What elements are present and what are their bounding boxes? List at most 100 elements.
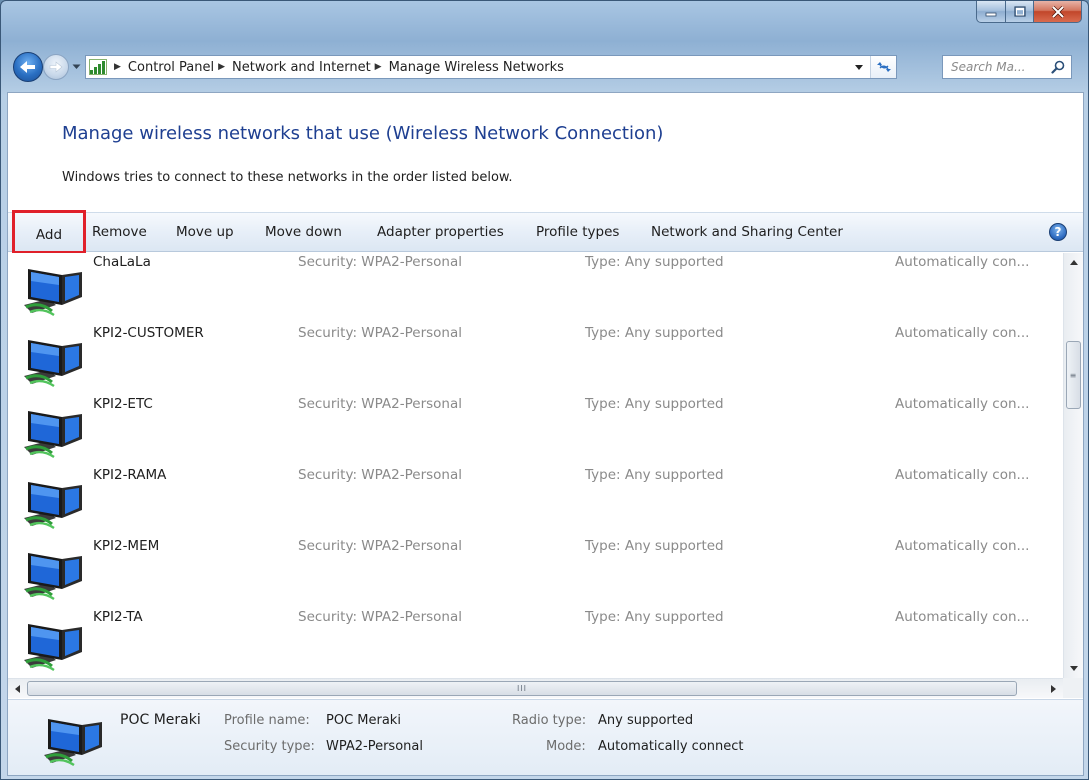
wireless-network-icon [22, 468, 86, 532]
network-name: ChaLaLa [93, 254, 151, 270]
horizontal-scrollbar[interactable]: III [8, 678, 1063, 698]
breadcrumb-network-internet[interactable]: Network and Internet [232, 60, 371, 75]
minimize-button[interactable] [976, 1, 1006, 23]
network-type: Type: Any supported [585, 396, 724, 412]
scroll-grip: ≡ [1069, 370, 1078, 380]
scroll-right-button[interactable] [1044, 679, 1063, 698]
wireless-network-icon [22, 610, 86, 674]
page-title: Manage wireless networks that use (Wirel… [62, 123, 664, 144]
remove-button[interactable]: Remove [92, 213, 147, 251]
radio-type-value: Any supported [598, 713, 694, 728]
scroll-down-button[interactable] [1064, 659, 1083, 678]
mode-value: Automatically connect [598, 739, 744, 754]
help-button[interactable]: ? [1049, 223, 1067, 241]
wireless-network-icon [22, 255, 86, 319]
adapter-properties-button[interactable]: Adapter properties [377, 213, 504, 251]
network-list-item[interactable]: KPI2-TA Security: WPA2-Personal Type: Any … [8, 598, 1063, 672]
caption-buttons [976, 1, 1082, 27]
breadcrumb-manage-wireless[interactable]: Manage Wireless Networks [389, 60, 564, 75]
network-name: KPI2-TA [93, 609, 143, 625]
breadcrumb-separator-icon: ▶ [114, 62, 121, 72]
refresh-button[interactable] [870, 56, 896, 78]
network-connection-mode: Automatically con... [895, 609, 1030, 625]
details-pane: POC Meraki Profile name: POC Meraki Secu… [8, 699, 1083, 775]
vertical-scrollbar[interactable]: ≡ [1063, 253, 1083, 678]
network-list-item[interactable]: KPI2-ETC Security: WPA2-Personal Type: Any… [8, 385, 1063, 459]
network-security: Security: WPA2-Personal [298, 396, 463, 412]
help-icon: ? [1054, 225, 1062, 239]
scrollbar-corner [1063, 678, 1083, 698]
wireless-network-icon [42, 705, 106, 769]
network-connection-mode: Automatically con... [895, 467, 1030, 483]
selected-network-name: POC Meraki [120, 712, 201, 728]
network-connection-mode: Automatically con... [895, 538, 1030, 554]
move-up-button[interactable]: Move up [176, 213, 234, 251]
chevron-down-icon [1069, 666, 1078, 671]
breadcrumb-control-panel[interactable]: Control Panel [128, 60, 214, 75]
maximize-icon [1013, 6, 1026, 17]
search-box [942, 55, 1072, 79]
explorer-window: ▶ Control Panel ▶ Network and Internet ▶… [0, 0, 1089, 780]
network-connection-mode: Automatically con... [895, 396, 1030, 412]
mode-label: Mode: [546, 739, 586, 754]
network-type: Type: Any supported [585, 538, 724, 554]
wireless-network-icon [22, 397, 86, 461]
forward-arrow-icon [49, 61, 63, 73]
network-security: Security: WPA2-Personal [298, 538, 463, 554]
network-security: Security: WPA2-Personal [298, 325, 463, 341]
close-icon [1051, 5, 1064, 18]
network-list-item[interactable]: ChaLaLa Security: WPA2-Personal Type: Any … [8, 253, 1063, 317]
network-type: Type: Any supported [585, 467, 724, 483]
security-type-label: Security type: [224, 739, 315, 754]
address-bar[interactable]: ▶ Control Panel ▶ Network and Internet ▶… [85, 55, 897, 79]
network-list: ChaLaLa Security: WPA2-Personal Type: Any … [8, 253, 1063, 678]
add-button[interactable]: Add [12, 210, 86, 254]
back-button[interactable] [13, 52, 43, 82]
network-name: KPI2-RAMA [93, 467, 167, 483]
network-security: Security: WPA2-Personal [298, 609, 463, 625]
network-type: Type: Any supported [585, 325, 724, 341]
profile-types-button[interactable]: Profile types [536, 213, 619, 251]
chevron-left-icon [15, 684, 20, 693]
scroll-grip: III [516, 684, 528, 693]
profile-name-value: POC Meraki [326, 713, 401, 728]
vertical-scroll-thumb[interactable]: ≡ [1066, 341, 1081, 409]
network-type: Type: Any supported [585, 609, 724, 625]
breadcrumb-separator-icon[interactable]: ▶ [218, 62, 225, 72]
navigation-bar: ▶ Control Panel ▶ Network and Internet ▶… [7, 51, 1082, 83]
minimize-icon [985, 12, 997, 16]
close-button[interactable] [1034, 1, 1082, 23]
refresh-icon [876, 62, 891, 72]
radio-type-label: Radio type: [512, 713, 587, 728]
forward-button[interactable] [43, 54, 69, 80]
chevron-right-icon [1051, 684, 1056, 693]
search-input[interactable] [943, 57, 1047, 77]
wireless-network-icon [22, 326, 86, 390]
profile-name-label: Profile name: [224, 713, 310, 728]
network-bars-icon [86, 56, 110, 78]
recent-pages-button[interactable] [70, 60, 82, 74]
network-security: Security: WPA2-Personal [298, 467, 463, 483]
network-sharing-center-button[interactable]: Network and Sharing Center [651, 213, 843, 251]
network-connection-mode: Automatically con... [895, 254, 1030, 270]
search-icon [1051, 60, 1065, 74]
chevron-down-icon [72, 64, 80, 69]
network-name: KPI2-CUSTOMER [93, 325, 204, 341]
move-down-button[interactable]: Move down [265, 213, 342, 251]
breadcrumb-separator-icon[interactable]: ▶ [375, 62, 382, 72]
maximize-button[interactable] [1006, 1, 1034, 23]
network-name: KPI2-MEM [93, 538, 160, 554]
network-list-item[interactable]: KPI2-CUSTOMER Security: WPA2-Personal Type… [8, 314, 1063, 388]
network-connection-mode: Automatically con... [895, 325, 1030, 341]
search-button[interactable] [1047, 60, 1069, 74]
scroll-up-button[interactable] [1064, 253, 1083, 272]
scroll-left-button[interactable] [8, 679, 27, 698]
network-security: Security: WPA2-Personal [298, 254, 463, 270]
network-list-item[interactable]: KPI2-RAMA Security: WPA2-Personal Type: An… [8, 456, 1063, 530]
content-pane: Manage wireless networks that use (Wirel… [7, 92, 1084, 776]
chevron-up-icon [1069, 260, 1078, 265]
horizontal-scroll-thumb[interactable]: III [27, 681, 1017, 696]
network-list-item[interactable]: KPI2-MEM Security: WPA2-Personal Type: Any… [8, 527, 1063, 601]
command-toolbar: Add Remove Move up Move down Adapter pro… [8, 210, 1083, 254]
address-dropdown-button[interactable] [850, 56, 868, 78]
